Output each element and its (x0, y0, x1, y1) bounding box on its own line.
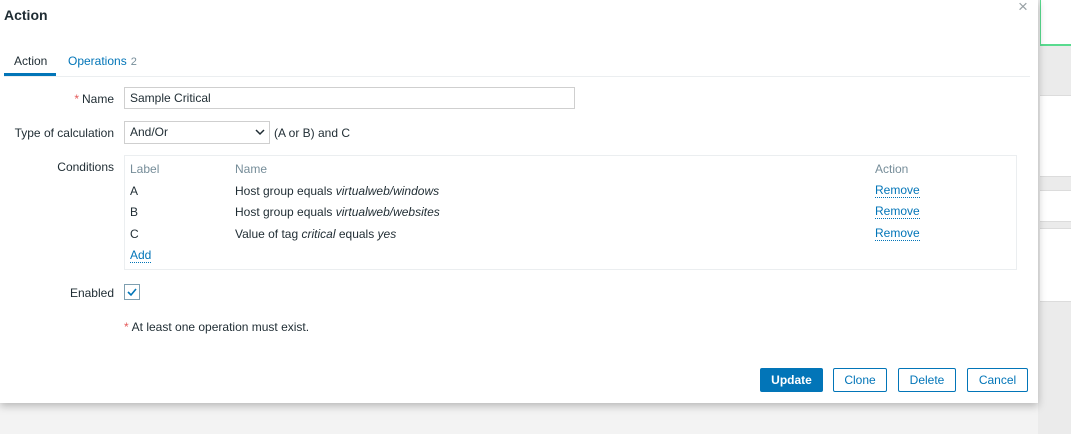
name-label-text: Name (81, 92, 114, 106)
remove-condition-link[interactable]: Remove (875, 205, 920, 219)
add-condition-link[interactable]: Add (130, 249, 152, 263)
clone-button[interactable]: Clone (833, 368, 887, 392)
column-header-label: Label (130, 162, 160, 176)
condition-value: virtualweb/windows (335, 184, 440, 198)
conditions-label: Conditions (57, 160, 114, 174)
background-panel (1040, 228, 1071, 302)
check-icon (127, 288, 137, 297)
name-label: * Name (74, 92, 114, 106)
condition-value: yes (377, 227, 397, 241)
tab-operations[interactable]: Operations 2 (68, 54, 137, 68)
action-dialog: Action × Action Operations 2 * Name Sample… (0, 0, 1038, 403)
update-button[interactable]: Update (760, 368, 823, 392)
condition-text: Host group equals (235, 205, 336, 219)
cancel-button[interactable]: Cancel (967, 368, 1028, 392)
condition-text: Value of tag (235, 227, 302, 241)
condition-label: A (130, 184, 139, 198)
remove-condition-link[interactable]: Remove (875, 184, 920, 198)
condition-operator: equals (335, 227, 378, 241)
delete-button[interactable]: Delete (898, 368, 956, 392)
calculation-select[interactable]: And/Or (124, 121, 270, 144)
condition-value: virtualweb/websites (335, 205, 440, 219)
condition-name: Value of tag critical equals yes (235, 227, 396, 241)
condition-label: C (130, 227, 139, 241)
enabled-label: Enabled (69, 286, 114, 300)
background-panel (1040, 190, 1071, 222)
dialog-title: Action (4, 7, 48, 23)
calculation-label: Type of calculation (14, 126, 114, 140)
remove-condition-link[interactable]: Remove (875, 227, 920, 241)
condition-tag: critical (301, 227, 336, 241)
active-tab-indicator (4, 73, 56, 76)
tab-operations-label: Operations (68, 54, 127, 68)
tab-bar: Action Operations 2 (4, 45, 1030, 77)
calculation-select-value: And/Or (130, 125, 169, 139)
background-panel (1040, 95, 1071, 177)
column-header-action: Action (875, 162, 909, 176)
note-text: At least one operation must exist. (131, 320, 310, 334)
close-icon[interactable]: × (1018, 0, 1028, 15)
condition-name: Host group equals virtualweb/windows (235, 184, 439, 198)
required-mark: * (74, 92, 79, 106)
name-input[interactable]: Sample Critical (124, 87, 575, 109)
condition-name: Host group equals virtualweb/websites (235, 205, 440, 219)
required-mark: * (124, 320, 129, 334)
tab-operations-count: 2 (130, 56, 137, 68)
tab-action[interactable]: Action (14, 54, 47, 68)
column-header-name: Name (235, 162, 268, 176)
background-panel-top (1040, 0, 1071, 44)
condition-text: Host group equals (235, 184, 336, 198)
calculation-formula: (A or B) and C (274, 126, 351, 140)
chevron-down-icon (255, 122, 265, 151)
background-success-line (1040, 44, 1071, 46)
condition-label: B (130, 205, 139, 219)
operations-required-note: * At least one operation must exist. (124, 320, 309, 334)
enabled-checkbox[interactable] (124, 284, 140, 300)
